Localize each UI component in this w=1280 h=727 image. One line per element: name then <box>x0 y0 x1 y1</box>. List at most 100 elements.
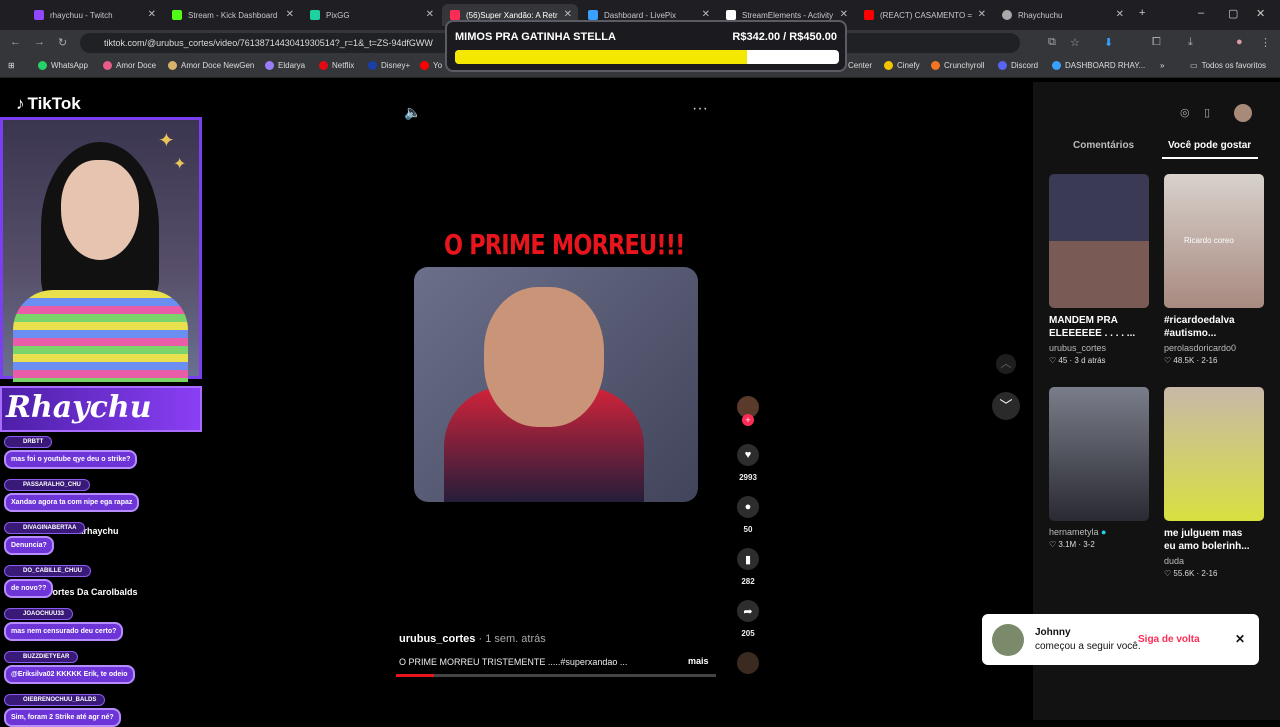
chat-text: de novo?? <box>4 579 54 598</box>
bookmark-amor-doce[interactable]: Amor Doce <box>103 61 156 70</box>
video-thumbnail[interactable] <box>1049 174 1149 308</box>
star-icon: ✦ <box>158 130 175 152</box>
bookmark-icon: ▮ <box>737 548 759 570</box>
card-user-name: hernametyla <box>1049 527 1099 537</box>
volume-icon[interactable]: 🔈 <box>404 104 421 121</box>
close-tab-icon[interactable]: ✕ <box>426 9 434 20</box>
tiktok-logo[interactable]: ♪ TikTok <box>16 94 81 114</box>
close-tab-icon[interactable]: ✕ <box>564 9 572 20</box>
star-icon[interactable]: ☆ <box>1070 36 1080 49</box>
chat-username: BUZZDIETYEAR <box>4 651 79 663</box>
close-tab-icon[interactable]: ✕ <box>1116 9 1124 20</box>
device-icon[interactable]: ▯ <box>1204 106 1210 119</box>
close-window-button[interactable]: ✕ <box>1256 7 1265 20</box>
card-user[interactable]: perolasdoricardo0 <box>1164 343 1264 353</box>
tiktok-icon <box>450 10 460 20</box>
folder-icon: ▭ <box>1190 61 1198 70</box>
minimize-button[interactable]: – <box>1198 7 1204 19</box>
tab-youtube[interactable]: (REACT) CASAMENTO = ✕ <box>856 4 992 26</box>
bookmark-cinefy[interactable]: Cinefy <box>884 61 920 70</box>
compass-icon[interactable]: ◎ <box>1180 106 1190 119</box>
close-tab-icon[interactable]: ✕ <box>286 9 294 20</box>
comment-button[interactable]: ● 50 <box>737 496 759 534</box>
bookmark-discord[interactable]: Discord <box>998 61 1038 70</box>
maximize-button[interactable]: ▢ <box>1228 7 1238 20</box>
extension-icon[interactable]: ⬇ <box>1104 36 1113 49</box>
eldarya-icon <box>265 61 274 70</box>
video-player[interactable] <box>414 267 698 502</box>
bookmark-amor-doce-newgen[interactable]: Amor Doce NewGen <box>168 61 254 70</box>
bookmark-disney[interactable]: Disney+ <box>368 61 410 70</box>
video-thumbnail[interactable]: Ricardo coreo <box>1164 174 1264 308</box>
apps-grid-icon[interactable]: ⊞ <box>8 61 15 70</box>
card-title: #ricardoedalva #autismo... <box>1164 315 1235 339</box>
close-tab-icon[interactable]: ✕ <box>148 9 156 20</box>
close-tab-icon[interactable]: ✕ <box>702 9 710 20</box>
back-icon[interactable]: ← <box>10 36 21 48</box>
suggested-video-card[interactable]: me julguem mas eu amo bolerinh... duda ♡… <box>1164 387 1264 578</box>
close-tab-icon[interactable]: ✕ <box>978 9 986 20</box>
video-thumbnail[interactable] <box>1049 387 1149 521</box>
close-icon[interactable]: ✕ <box>1235 632 1245 646</box>
like-button[interactable]: ♥ 2993 <box>737 444 759 482</box>
tab-pixgg[interactable]: PixGG ✕ <box>302 4 440 26</box>
video-author[interactable]: urubus_cortes · 1 sem. atrás <box>399 633 546 645</box>
chat-text: mas foi o youtube qye deu o strike? <box>4 450 138 469</box>
bookmark-center[interactable]: Center <box>848 61 872 70</box>
amor-doce-newgen-icon <box>168 61 177 70</box>
bookmark-eldarya[interactable]: Eldarya <box>265 61 305 70</box>
tab-label: (56)Super Xandão: A Retr <box>466 10 558 20</box>
tab-twitch[interactable]: rhaychuu - Twitch ✕ <box>26 4 162 26</box>
tab-rhaychuchu[interactable]: Rhaychuchu ✕ <box>994 4 1130 26</box>
card-user[interactable]: duda <box>1164 556 1264 566</box>
follow-plus-icon[interactable]: + <box>742 414 754 426</box>
suggested-video-card[interactable]: MANDEM PRA ELEEEEEE . . . . ... urubus_c… <box>1049 174 1149 365</box>
close-tab-icon[interactable]: ✕ <box>840 9 848 20</box>
tab-kick[interactable]: Stream - Kick Dashboard ✕ <box>164 4 300 26</box>
chat-text: Sim, foram 2 Strike até agr né? <box>4 708 121 727</box>
share-button[interactable]: ➦ 205 <box>737 600 759 638</box>
chevron-right-icon[interactable]: » <box>1160 61 1164 70</box>
suggested-video-card[interactable]: hernametyla ● ♡ 3.1M · 3-2 <box>1049 387 1149 549</box>
tab-you-may-like[interactable]: Você pode gostar <box>1168 140 1251 151</box>
bookmark-crunchyroll[interactable]: Crunchyroll <box>931 61 984 70</box>
profile-avatar-icon[interactable]: ● <box>1236 36 1243 48</box>
tab-comments[interactable]: Comentários <box>1073 140 1134 151</box>
forward-icon[interactable]: → <box>34 36 45 48</box>
toast-user-name: Johnny <box>1035 627 1071 638</box>
caption-more-link[interactable]: mais <box>688 656 709 666</box>
new-tab-button[interactable]: + <box>1139 7 1145 19</box>
profile-avatar[interactable] <box>1234 104 1252 122</box>
card-user[interactable]: urubus_cortes <box>1049 343 1149 353</box>
globe-icon <box>1002 10 1012 20</box>
download-icon[interactable]: ⤓ <box>1188 36 1193 49</box>
kick-icon <box>172 10 182 20</box>
kebab-menu-icon[interactable]: ⋮ <box>1260 36 1271 49</box>
bookmark-youtube[interactable]: Yo <box>420 61 442 70</box>
chevron-up-icon[interactable]: ︿ <box>996 354 1016 374</box>
author-avatar[interactable]: + <box>737 396 759 426</box>
bookmark-label: Amor Doce NewGen <box>181 61 255 70</box>
save-button[interactable]: ▮ 282 <box>737 548 759 586</box>
bookmark-label: Yo <box>433 61 443 70</box>
more-options-icon[interactable]: ··· <box>692 100 708 118</box>
bookmark-all-favorites[interactable]: ▭ Todos os favoritos <box>1190 61 1266 70</box>
follow-back-button[interactable]: Siga de volta <box>1138 634 1200 645</box>
chat-message: DO_CABILLE_CHUU de novo?? <box>4 559 92 598</box>
suggested-video-card[interactable]: Ricardo coreo #ricardoedalva #autismo...… <box>1164 174 1264 365</box>
bookmark-whatsapp[interactable]: WhatsApp <box>38 61 88 70</box>
reload-icon[interactable]: ↻ <box>58 36 67 49</box>
video-progress-bar[interactable] <box>396 674 716 677</box>
cast-icon[interactable]: ⧉ <box>1048 36 1056 49</box>
video-thumbnail[interactable] <box>1164 387 1264 521</box>
card-user[interactable]: hernametyla ● <box>1049 527 1149 537</box>
sound-disc[interactable] <box>737 652 759 674</box>
bookmark-label: Disney+ <box>381 61 411 70</box>
extensions-puzzle-icon[interactable]: ⧠ <box>1152 36 1161 49</box>
bookmark-netflix[interactable]: Netflix <box>319 61 354 70</box>
bookmark-dashboard[interactable]: DASHBOARD RHAY... <box>1052 61 1145 70</box>
card-stats: ♡ 48.5K · 2-16 <box>1164 356 1218 365</box>
chat-message: OIEBRENOCHUU_BALDS Sim, foram 2 Strike at… <box>4 688 121 727</box>
tab-label: Rhaychuchu <box>1018 10 1063 20</box>
chevron-down-icon[interactable]: ﹀ <box>992 392 1020 420</box>
